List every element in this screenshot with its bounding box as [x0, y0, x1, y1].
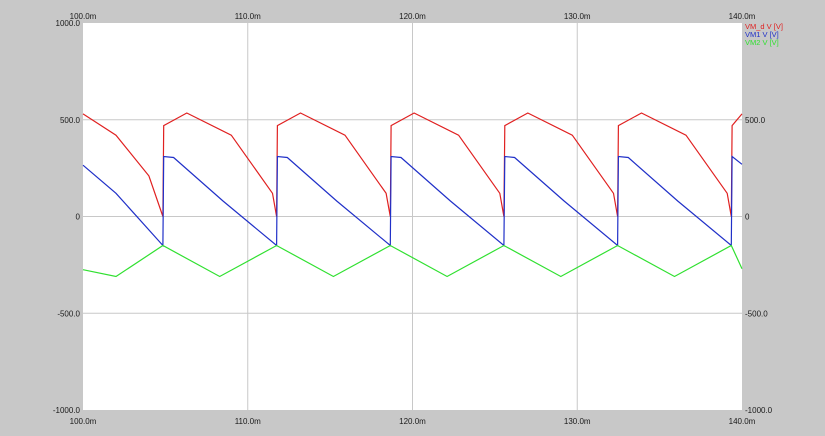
legend: VM_d V [V]VM1 V [V]VM2 V [V]	[745, 22, 783, 47]
oscilloscope-chart: 100.0m100.0m110.0m110.0m120.0m120.0m130.…	[53, 12, 783, 426]
x-tick-label-top: 110.0m	[235, 12, 261, 21]
y-tick-label-left: -1000.0	[53, 406, 81, 415]
legend-entry: VM2 V [V]	[745, 38, 779, 47]
y-tick-label-right: 0	[745, 213, 750, 222]
y-tick-label-right: -1000.0	[745, 406, 773, 415]
x-tick-label-bottom: 130.0m	[564, 417, 591, 426]
x-tick-label-top: 140.0m	[729, 12, 756, 21]
x-tick-label-top: 130.0m	[564, 12, 591, 21]
x-tick-label-bottom: 100.0m	[70, 417, 97, 426]
x-tick-label-top: 120.0m	[399, 12, 426, 21]
x-tick-label-bottom: 120.0m	[399, 417, 426, 426]
x-tick-label-bottom: 140.0m	[729, 417, 756, 426]
y-tick-label-right: 500.0	[745, 116, 766, 125]
y-tick-label-right: -500.0	[745, 309, 768, 318]
y-tick-label-left: 0	[76, 213, 81, 222]
y-tick-label-left: 1000.0	[56, 19, 81, 28]
y-tick-label-left: 500.0	[60, 116, 81, 125]
x-tick-label-bottom: 110.0m	[235, 417, 261, 426]
y-tick-label-left: -500.0	[57, 309, 80, 318]
